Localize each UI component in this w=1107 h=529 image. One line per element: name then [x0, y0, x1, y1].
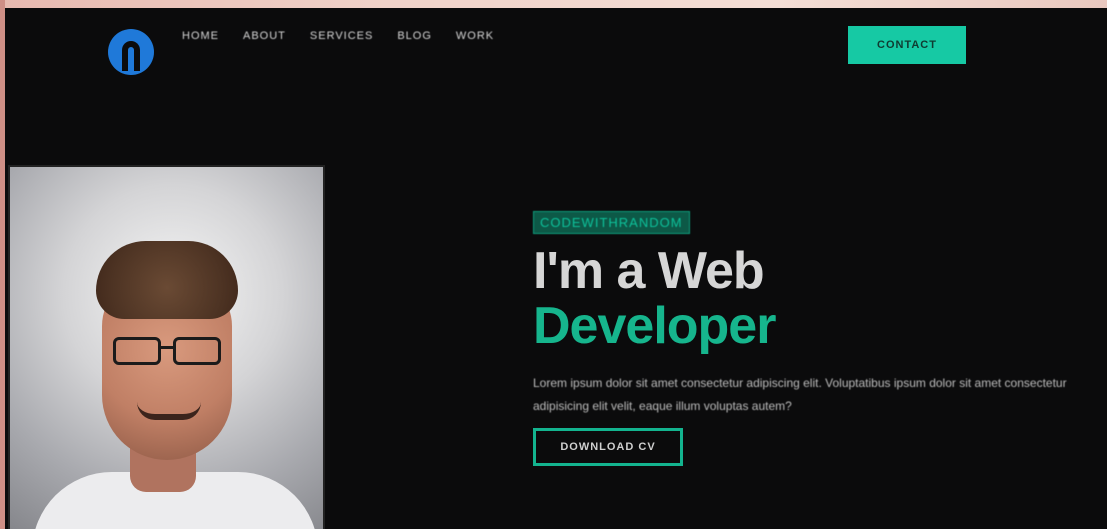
nav-services-link[interactable]: SERVICES	[310, 30, 373, 42]
nav-about-link[interactable]: ABOUT	[243, 30, 286, 42]
nav-home-link[interactable]: HOME	[182, 30, 219, 42]
hero-eyebrow: CODEWITHRANDOM	[533, 211, 690, 234]
glasses-left-lens	[113, 337, 161, 365]
glasses-right-lens	[173, 337, 221, 365]
contact-button[interactable]: CONTACT	[848, 26, 966, 64]
hero-description: Lorem ipsum dolor sit amet consectetur a…	[533, 376, 1067, 413]
nav-blog-link[interactable]: BLOG	[397, 30, 432, 42]
photo-smile	[137, 402, 201, 420]
nav-work-link[interactable]: WORK	[456, 30, 494, 42]
hero-headline-line-2: Developer	[533, 297, 776, 355]
profile-photo	[8, 165, 325, 529]
brand-logo-icon[interactable]	[108, 29, 154, 75]
portfolio-page: HOME ABOUT SERVICES BLOG WORK CONTACT CO…	[5, 8, 1107, 529]
top-navbar: HOME ABOUT SERVICES BLOG WORK CONTACT	[5, 8, 1107, 88]
hero-section: CODEWITHRANDOM I'm a Web Developer Lorem…	[533, 211, 1107, 466]
window-top-edge	[0, 0, 1107, 8]
download-cv-button[interactable]: DOWNLOAD CV	[533, 428, 683, 466]
profile-photo-person	[10, 167, 323, 529]
photo-glasses	[113, 337, 233, 367]
photo-hair	[96, 241, 238, 319]
nav-links: HOME ABOUT SERVICES BLOG WORK	[182, 30, 494, 42]
hero-headline-line-1: I'm a Web	[533, 242, 765, 300]
